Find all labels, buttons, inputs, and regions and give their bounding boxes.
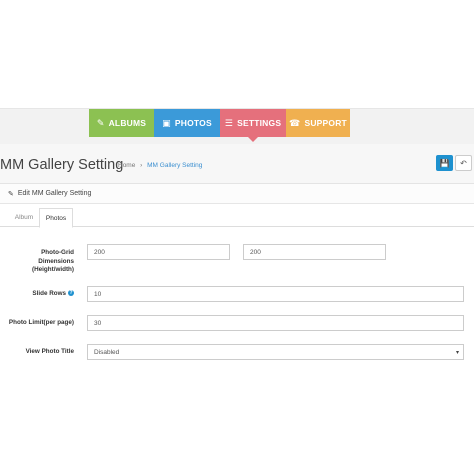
photo-limit-label: Photo Limit(per page): [8, 319, 74, 326]
photo-limit-input[interactable]: 30: [87, 315, 464, 331]
slide-rows-label-text: Slide Rows: [32, 290, 66, 297]
grid-height-input[interactable]: 200: [87, 244, 230, 260]
nav-tab-settings-label: SETTINGS: [237, 118, 282, 128]
image-icon: ▣: [162, 117, 171, 128]
sliders-icon: ☰: [224, 117, 234, 128]
save-icon: 💾: [439, 158, 450, 168]
headset-icon: ☎: [289, 117, 301, 128]
slide-rows-label: Slide Rows?: [14, 290, 74, 299]
nav-tab-support[interactable]: ☎ SUPPORT: [286, 109, 350, 137]
tab-album[interactable]: Album: [8, 208, 40, 227]
page-header: MM Gallery Setting Home › MM Gallery Set…: [0, 144, 474, 184]
nav-tab-support-label: SUPPORT: [304, 118, 347, 128]
view-photo-title-label: View Photo Title: [25, 348, 74, 355]
breadcrumb-current[interactable]: MM Gallery Setting: [147, 162, 202, 169]
settings-tabs: Album Photos: [0, 208, 474, 228]
nav-tab-albums[interactable]: ✎ ALBUMS: [89, 109, 154, 137]
nav-tab-albums-label: ALBUMS: [108, 118, 147, 128]
view-photo-title-value: Disabled: [94, 348, 120, 356]
panel-heading: ✎ Edit MM Gallery Setting: [0, 184, 474, 204]
help-icon[interactable]: ?: [68, 290, 74, 297]
nav-tab-settings[interactable]: ☰ SETTINGS: [220, 109, 286, 142]
grid-width-input[interactable]: 200: [243, 244, 386, 260]
back-button[interactable]: ↶: [455, 155, 472, 171]
pencil-icon: ✎: [8, 190, 14, 198]
page-title: MM Gallery Setting: [0, 157, 124, 173]
slide-rows-input[interactable]: 10: [87, 286, 464, 302]
panel-title: Edit MM Gallery Setting: [17, 190, 92, 197]
chevron-down-icon: ▾: [455, 350, 459, 356]
breadcrumb: Home › MM Gallery Setting: [118, 162, 202, 169]
reply-icon: ↶: [460, 158, 467, 168]
pencil-icon: ✎: [96, 117, 105, 128]
breadcrumb-separator: ›: [140, 162, 143, 169]
top-navigation: ✎ ALBUMS ▣ PHOTOS ☰ SETTINGS ☎ SUPPORT: [0, 108, 474, 144]
save-button[interactable]: 💾: [436, 155, 453, 171]
grid-dimensions-label: Photo-Grid Dimensions (Height/width): [32, 249, 74, 273]
nav-tab-photos[interactable]: ▣ PHOTOS: [154, 109, 220, 137]
view-photo-title-select[interactable]: Disabled ▾: [87, 344, 464, 360]
breadcrumb-home[interactable]: Home: [118, 162, 135, 169]
nav-tab-photos-label: PHOTOS: [174, 118, 212, 128]
tab-photos[interactable]: Photos: [39, 208, 73, 228]
